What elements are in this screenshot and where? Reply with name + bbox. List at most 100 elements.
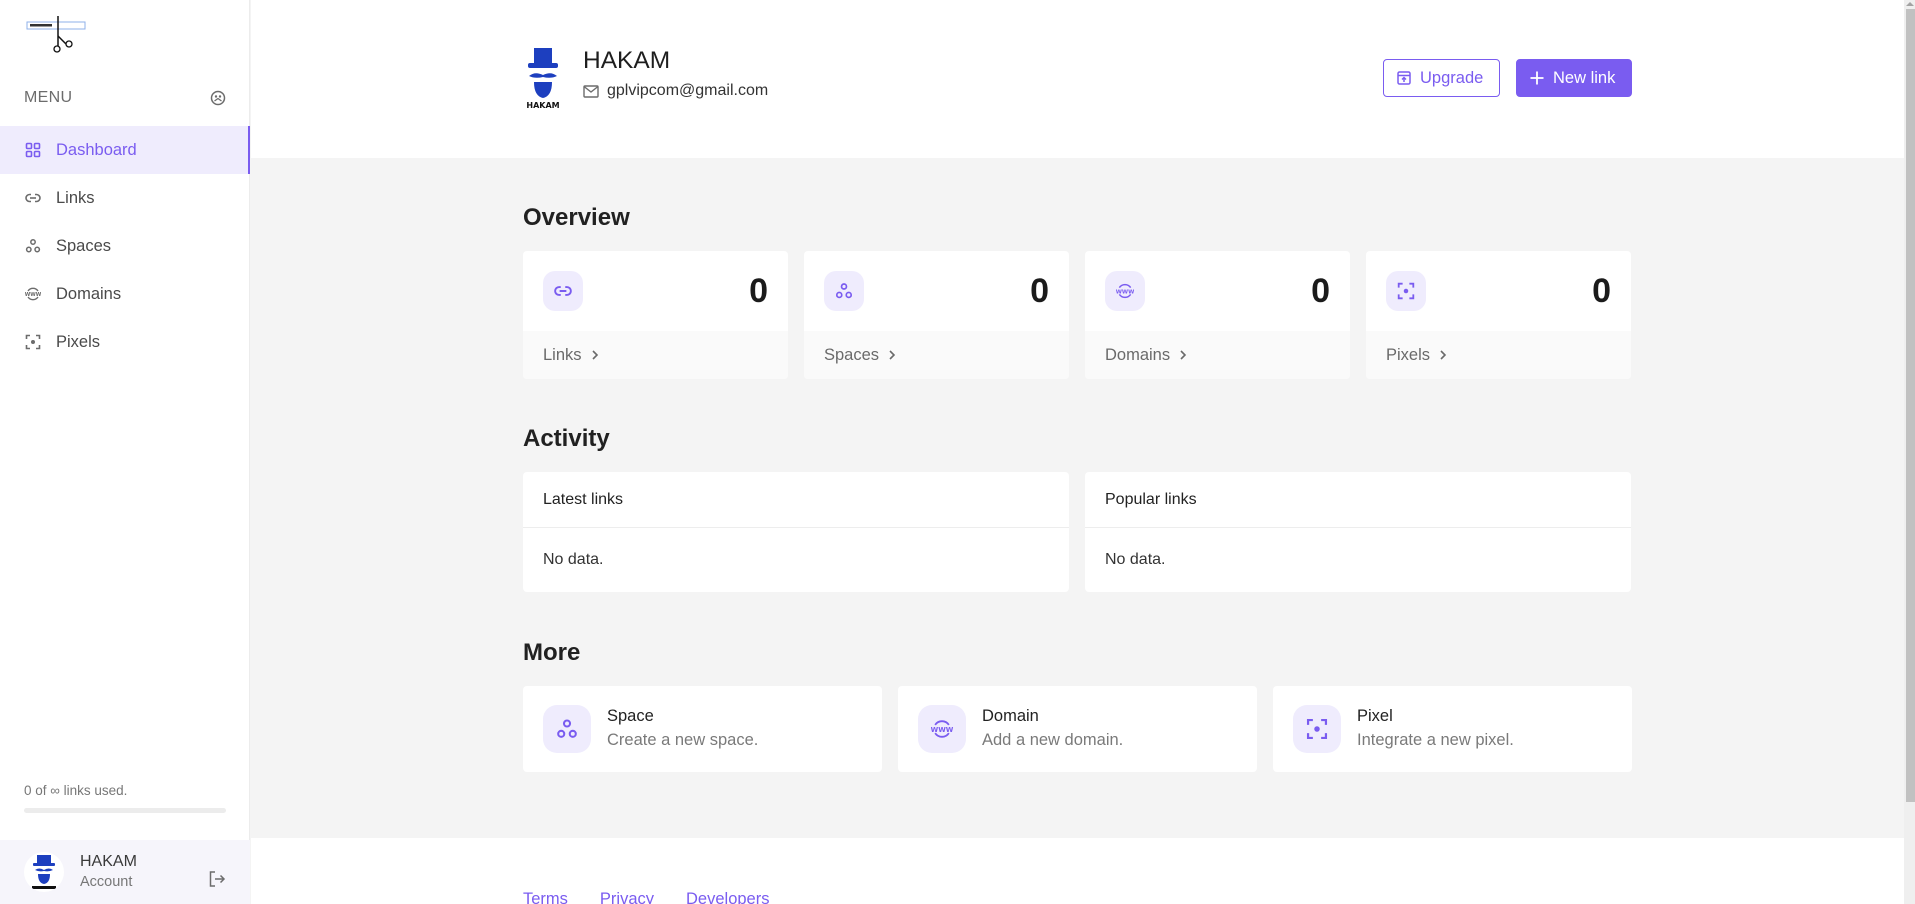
account-name: HAKAM [80,853,137,871]
spaces-icon [24,237,42,255]
chevron-right-icon [590,349,600,361]
overview-card-label: Pixels [1386,345,1431,364]
page-scrollbar[interactable] [1904,0,1915,904]
links-count: 0 [749,271,768,310]
plus-icon [1529,70,1545,86]
grid-icon [24,141,42,159]
sidebar-item-label: Links [56,188,95,207]
www-globe-icon: WWW [918,705,966,753]
svg-text:WWW: WWW [25,292,41,298]
overview-title: Overview [523,204,630,231]
usage-text: 0 of ∞ links used. [24,783,128,798]
overview-card-pixels: 0 Pixels [1366,251,1631,379]
activity-title: Activity [523,425,610,452]
chevron-right-icon [887,349,897,361]
overview-card-label: Spaces [824,345,880,364]
svg-text:WWW: WWW [931,726,953,734]
overview-card-links: 0 Links [523,251,788,379]
footer-link-developers[interactable]: Developers [686,890,769,904]
profile-header: HAKAM HAKAM gplvipcom@gmail.com Upgrade [251,0,1904,158]
avatar [24,852,64,892]
upgrade-box-icon [1396,70,1412,86]
spaces-icon [824,271,864,311]
www-globe-icon: WWW [1105,271,1145,311]
upgrade-label: Upgrade [1420,68,1484,87]
more-card-space[interactable]: Space Create a new space. [523,686,882,772]
menu-label: MENU [24,89,73,106]
overview-spaces-link[interactable]: Spaces [804,331,1069,379]
more-card-title: Space [607,707,654,726]
activity-grid: Latest links No data. Popular links No d… [523,472,1631,592]
pixel-focus-icon [24,333,42,351]
more-grid: Space Create a new space. WWW Domain Add… [523,686,1632,772]
more-card-pixel[interactable]: Pixel Integrate a new pixel. [1273,686,1632,772]
account-section[interactable]: HAKAM Account [0,840,250,904]
header-actions: Upgrade New link [1383,59,1632,97]
profile-email: gplvipcom@gmail.com [607,82,769,99]
panel-empty-text: No data. [543,551,604,568]
panel-empty-text: No data. [1105,551,1166,568]
overview-pixels-link[interactable]: Pixels [1366,331,1631,379]
sidebar-nav: Dashboard Links Spaces WWW Domains Pixel… [0,126,250,366]
overview-card-label: Domains [1105,345,1171,364]
sidebar-item-label: Dashboard [56,140,137,159]
pixel-focus-icon [1386,271,1426,311]
profile-name: HAKAM [583,47,671,74]
theme-toggle-icon[interactable] [210,90,226,106]
spaces-icon [543,705,591,753]
new-link-label: New link [1553,68,1616,87]
more-card-subtitle: Create a new space. [607,731,759,749]
account-sub: Account [80,873,133,890]
upgrade-button[interactable]: Upgrade [1383,59,1500,97]
chevron-right-icon [1178,349,1188,361]
sidebar-item-label: Pixels [56,332,101,351]
scroll-up-arrow-icon[interactable] [1906,2,1914,6]
profile-avatar: HAKAM [523,46,563,110]
pixels-count: 0 [1592,271,1611,310]
popular-links-panel: Popular links No data. [1085,472,1631,592]
profile-block: HAKAM HAKAM gplvipcom@gmail.com [523,46,768,110]
pixel-focus-icon [1293,705,1341,753]
panel-title: Latest links [523,472,1069,528]
svg-text:WWW: WWW [1116,289,1134,295]
more-card-domain[interactable]: WWW Domain Add a new domain. [898,686,1257,772]
link-icon [543,271,583,311]
chevron-right-icon [1438,349,1448,361]
more-title: More [523,639,581,666]
overview-domains-link[interactable]: Domains [1085,331,1350,379]
overview-grid: 0 Links 0 Spaces WWW 0 Domains 0 Pixels [523,251,1631,379]
sidebar-item-dashboard[interactable]: Dashboard [0,126,250,174]
account-info: HAKAM Account [80,852,137,892]
footer: Terms Privacy Developers [251,838,1904,904]
overview-card-label: Links [543,345,582,364]
footer-link-terms[interactable]: Terms [523,890,568,904]
sidebar-item-domains[interactable]: WWW Domains [0,270,250,318]
sidebar-item-label: Spaces [56,236,112,255]
spaces-count: 0 [1030,271,1049,310]
menu-header: MENU [24,86,226,110]
more-card-title: Domain [982,707,1039,726]
latest-links-panel: Latest links No data. [523,472,1069,592]
sidebar-item-pixels[interactable]: Pixels [0,318,250,366]
overview-links-link[interactable]: Links [523,331,788,379]
link-icon [24,189,42,207]
www-globe-icon: WWW [24,285,42,303]
panel-title: Popular links [1085,472,1631,528]
overview-card-spaces: 0 Spaces [804,251,1069,379]
logout-icon[interactable] [208,870,226,893]
sidebar-item-spaces[interactable]: Spaces [0,222,250,270]
new-link-button[interactable]: New link [1516,59,1632,97]
main-content: HAKAM HAKAM gplvipcom@gmail.com Upgrade [251,0,1904,904]
more-card-subtitle: Integrate a new pixel. [1357,731,1514,749]
sidebar-item-links[interactable]: Links [0,174,250,222]
more-card-subtitle: Add a new domain. [982,731,1124,749]
usage-progress-bar [24,808,226,813]
mail-icon [583,84,599,98]
profile-email-row: gplvipcom@gmail.com [583,82,768,100]
footer-link-privacy[interactable]: Privacy [600,890,654,904]
app-logo[interactable] [24,14,90,54]
svg-text:HAKAM: HAKAM [526,101,559,110]
overview-card-domains: WWW 0 Domains [1085,251,1350,379]
scrollbar-thumb[interactable] [1906,9,1915,802]
links-usage: 0 of ∞ links used. [24,783,226,813]
